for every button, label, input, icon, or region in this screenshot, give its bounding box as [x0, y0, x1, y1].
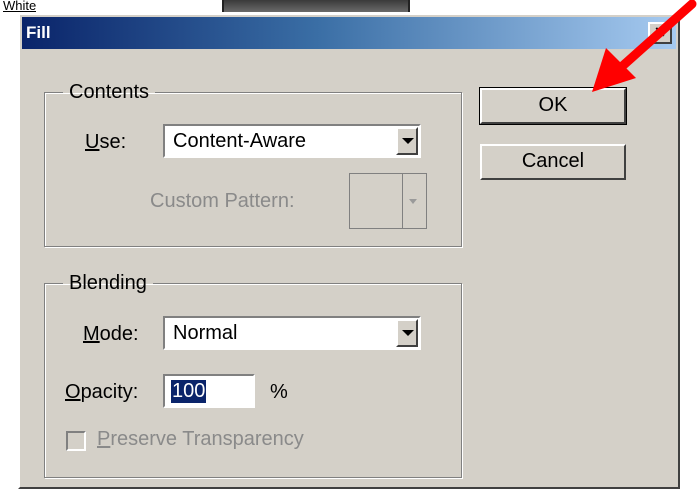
custom-pattern-label: Custom Pattern: — [150, 190, 295, 212]
preserve-transparency-label: Preserve Transparency — [97, 428, 304, 450]
use-select-value: Content-Aware — [173, 130, 307, 152]
background-layer-label: White — [3, 0, 37, 13]
title-bar[interactable]: Fill × — [22, 17, 676, 49]
mode-select-value: Normal — [173, 322, 238, 344]
opacity-unit: % — [270, 381, 288, 403]
mode-select[interactable]: Normal — [163, 316, 421, 350]
chevron-down-icon[interactable] — [396, 127, 418, 155]
annotation-arrow-icon — [592, 0, 697, 92]
use-label: Use: — [85, 131, 127, 153]
opacity-input[interactable]: 100 — [163, 374, 255, 408]
blending-legend: Blending — [69, 272, 147, 294]
cancel-button[interactable]: Cancel — [480, 144, 626, 180]
opacity-value: 100 — [171, 380, 207, 403]
contents-legend: Contents — [69, 81, 150, 103]
preserve-transparency-checkbox — [66, 431, 86, 451]
dialog-title: Fill — [26, 23, 51, 42]
background-thumbnail — [222, 0, 410, 12]
chevron-down-icon[interactable] — [396, 319, 418, 347]
use-select[interactable]: Content-Aware — [163, 124, 421, 158]
mode-label: Mode: — [83, 323, 139, 345]
chevron-down-icon — [409, 199, 417, 204]
opacity-label: Opacity: — [65, 381, 139, 403]
custom-pattern-picker — [349, 173, 427, 229]
